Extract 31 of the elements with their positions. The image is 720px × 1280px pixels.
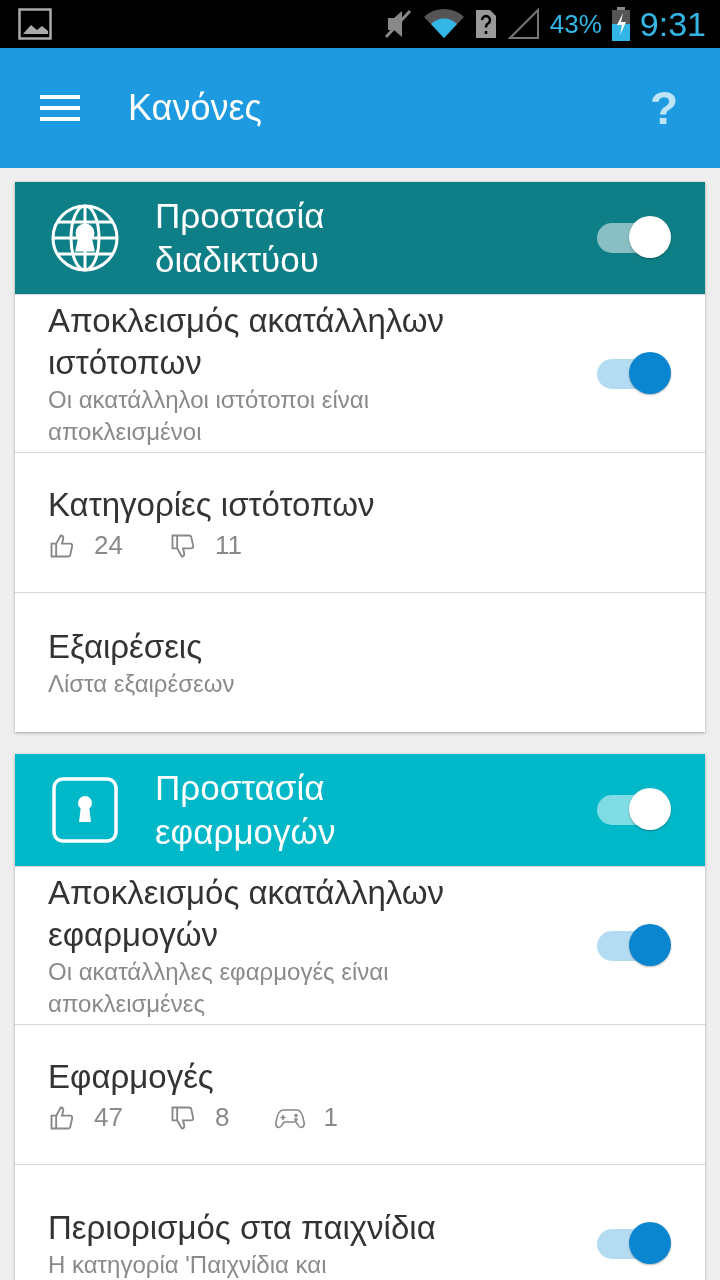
menu-button[interactable] (38, 92, 82, 124)
setting-title: Κατηγορίες ιστότοπων (48, 485, 376, 525)
image-icon (18, 8, 52, 40)
list-item[interactable]: Εφαρμογές 47 8 1 (15, 1024, 705, 1164)
battery-percent: 43% (549, 8, 602, 40)
section-title: Προστασία διαδικτύου (155, 195, 326, 281)
list-item[interactable]: Εξαιρέσεις Λίστα εξαιρέσεων (15, 592, 705, 732)
count-value: 8 (214, 1102, 230, 1133)
clock-time: 9:31 (639, 4, 706, 44)
setting-title: Περιορισμός στα παιχνίδια (48, 1207, 437, 1248)
setting-description: Οι ακατάλληλες εφαρμογές είναι αποκλεισμένες (48, 956, 390, 1019)
setting-title: Αποκλεισμός ακατάλληλων εφαρμογών (48, 872, 446, 955)
sim-card-icon (473, 8, 498, 40)
setting-title: Αποκλεισμός ακατάλληλων ιστότοπων (48, 300, 446, 383)
setting-description: Η κατηγορία 'Παιχνίδια και (48, 1249, 327, 1280)
section-title: Προστασία εφαρμογών (155, 767, 337, 853)
list-item[interactable]: Κατηγορίες ιστότοπων 24 11 (15, 452, 705, 592)
keyhole-icon (51, 776, 119, 844)
setting-description: Οι ακατάλληλοι ιστότοποι είναι αποκλεισμένοι (48, 384, 371, 447)
setting-title: Εφαρμογές (48, 1057, 215, 1097)
globe-keyhole-icon (51, 204, 119, 272)
setting-title: Εξαιρέσεις (48, 626, 204, 667)
battery-charging-icon (611, 7, 630, 41)
count-value: 24 (94, 530, 123, 561)
count-value: 1 (323, 1102, 338, 1133)
screen-title: Κανόνες (128, 87, 263, 129)
signal-icon (507, 8, 540, 40)
setting-description: Λίστα εξαιρέσεων (48, 668, 236, 699)
count-value: 11 (214, 530, 242, 561)
count-value: 47 (94, 1102, 123, 1133)
wifi-icon (423, 9, 464, 39)
